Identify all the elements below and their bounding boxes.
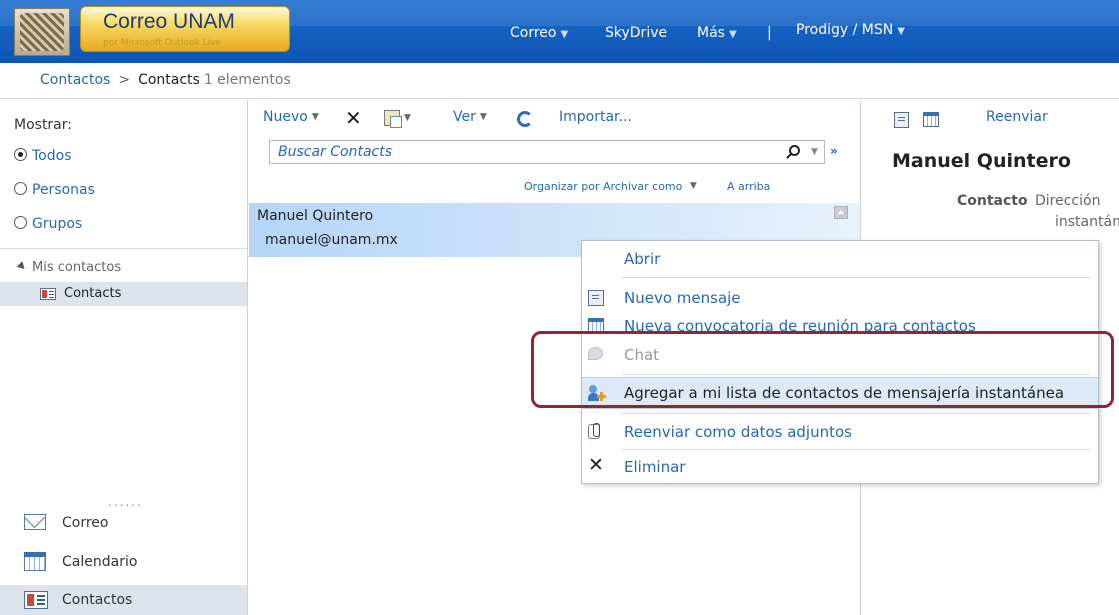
more-apps-dots[interactable]: ...... <box>108 495 143 509</box>
menu-separator <box>622 277 1090 278</box>
nav-prodigy-msn[interactable]: Prodigy / MSN ▼ <box>796 22 905 38</box>
radio-icon[interactable] <box>14 182 27 195</box>
filter-grupos-label: Grupos <box>32 216 83 232</box>
chevron-down-icon[interactable]: ▼ <box>312 112 319 122</box>
nav-correo-label: Correo <box>510 25 557 41</box>
left-sidebar: Mostrar: Todos Personas Grupos Mis conta… <box>0 100 248 615</box>
nav-separator: | <box>767 25 772 41</box>
menu-item-new-message-label: Nuevo mensaje <box>624 289 741 307</box>
field-label: Contacto <box>957 193 1028 209</box>
nav-mas[interactable]: Más ▼ <box>697 25 737 41</box>
app-nav-calendario-label: Calendario <box>62 554 138 570</box>
breadcrumb: Contactos > Contacts 1 elementos <box>0 63 1119 99</box>
menu-item-new-message[interactable]: Nuevo mensaje <box>582 283 1098 313</box>
folder-contacts-label: Contacts <box>64 286 122 301</box>
menu-item-forward-attachment[interactable]: Reenviar como datos adjuntos <box>582 417 1098 447</box>
app-nav-contactos[interactable]: Contactos <box>0 585 247 615</box>
folder-contacts[interactable]: Contacts <box>0 282 247 306</box>
app-nav-correo[interactable]: Correo <box>0 508 247 540</box>
unam-logo[interactable] <box>14 8 70 56</box>
new-message-icon[interactable] <box>894 112 909 128</box>
nav-correo[interactable]: Correo ▼ <box>510 25 568 41</box>
contact-email: manuel@unam.mx <box>265 232 398 248</box>
menu-item-delete-label: Eliminar <box>624 458 686 476</box>
mail-icon <box>24 514 46 530</box>
expand-double-chevron-icon[interactable]: » <box>830 144 838 158</box>
brand-title: Correo UNAM <box>103 10 235 33</box>
attachment-icon <box>588 423 600 439</box>
brand-subtitle: por Microsoft Outlook Live <box>103 38 221 48</box>
app-nav-calendario[interactable]: Calendario <box>0 547 247 579</box>
brand-banner[interactable]: Correo UNAM por Microsoft Outlook Live <box>80 6 290 52</box>
menu-item-open-label: Abrir <box>624 250 661 268</box>
nav-mas-label: Más <box>697 25 725 41</box>
unam-seal-icon <box>20 13 64 51</box>
sort-order-link[interactable]: A arriba <box>727 180 770 193</box>
breadcrumb-contactos-link[interactable]: Contactos <box>40 72 110 88</box>
filter-personas[interactable]: Personas <box>14 182 95 198</box>
nav-skydrive[interactable]: SkyDrive <box>605 25 667 41</box>
annotation-highlight-box <box>531 331 1114 408</box>
view-button-label: Ver <box>453 109 476 125</box>
move-button[interactable]: ▼ <box>384 110 411 128</box>
field-value-continued: instantán <box>1055 214 1119 230</box>
scroll-up-button[interactable] <box>834 206 848 219</box>
show-filter-label: Mostrar: <box>14 117 72 133</box>
top-bar: Correo UNAM por Microsoft Outlook Live C… <box>0 0 1119 63</box>
chevron-down-icon[interactable]: ▼ <box>404 113 411 123</box>
item-count: 1 elementos <box>203 72 291 88</box>
forward-link[interactable]: Reenviar <box>986 109 1048 125</box>
nav-skydrive-label: SkyDrive <box>605 25 668 41</box>
arrange-by-label: Organizar por Archivar como <box>524 180 683 193</box>
search-icon[interactable] <box>789 145 800 156</box>
sync-icon <box>517 111 533 127</box>
sidebar-divider <box>0 248 247 249</box>
search-options-icon[interactable]: ▼ <box>811 147 818 157</box>
radio-selected-icon[interactable] <box>14 148 27 161</box>
filter-todos-label: Todos <box>32 148 72 164</box>
my-contacts-label: Mis contactos <box>32 260 122 275</box>
sync-button[interactable] <box>517 111 533 127</box>
collapse-triangle-icon[interactable] <box>16 261 28 272</box>
chevron-down-icon[interactable]: ▼ <box>480 112 487 122</box>
chevron-down-icon: ▼ <box>728 29 737 40</box>
filter-personas-label: Personas <box>32 182 95 198</box>
calendar-icon <box>24 552 46 571</box>
contact-card-icon <box>24 591 48 609</box>
menu-item-forward-attachment-label: Reenviar como datos adjuntos <box>624 423 852 441</box>
breadcrumb-current: Contacts <box>138 72 200 88</box>
app-nav-contactos-label: Contactos <box>62 592 133 608</box>
search-input[interactable] <box>278 143 768 161</box>
chevron-down-icon: ▼ <box>560 29 569 40</box>
chevron-down-icon: ▼ <box>897 26 905 37</box>
field-value: Dirección <box>1035 193 1101 209</box>
paste-icon <box>384 110 402 128</box>
view-button[interactable]: Ver ▼ <box>453 109 487 125</box>
menu-separator <box>622 413 1090 414</box>
menu-separator <box>622 449 1090 450</box>
radio-icon[interactable] <box>14 216 27 229</box>
search-box: ▼ <box>269 140 825 164</box>
nav-prodigy-label: Prodigy / MSN <box>796 22 894 38</box>
contact-heading: Manuel Quintero <box>892 150 1071 172</box>
breadcrumb-separator: > <box>118 72 131 88</box>
breadcrumb-text: Contactos > Contacts 1 elementos <box>40 72 291 88</box>
arrange-by-link[interactable]: Organizar por Archivar como ▼ <box>524 180 697 193</box>
calendar-icon[interactable] <box>923 112 939 127</box>
filter-grupos[interactable]: Grupos <box>14 216 82 232</box>
new-message-icon <box>588 290 604 306</box>
contact-card-icon <box>40 288 56 300</box>
delete-button[interactable]: ✕ <box>345 108 362 128</box>
new-button[interactable]: Nuevo ▼ <box>263 109 319 125</box>
filter-todos[interactable]: Todos <box>14 148 71 164</box>
my-contacts-group[interactable]: Mis contactos <box>16 260 122 275</box>
chevron-down-icon[interactable]: ▼ <box>690 181 697 191</box>
new-button-label: Nuevo <box>263 109 308 125</box>
menu-item-open[interactable]: Abrir <box>582 244 1098 274</box>
contact-name: Manuel Quintero <box>257 208 374 224</box>
close-icon: ✕ <box>588 454 604 476</box>
app-nav-correo-label: Correo <box>62 515 109 531</box>
menu-item-delete[interactable]: ✕ Eliminar <box>582 452 1098 482</box>
import-button[interactable]: Importar... <box>559 109 632 125</box>
